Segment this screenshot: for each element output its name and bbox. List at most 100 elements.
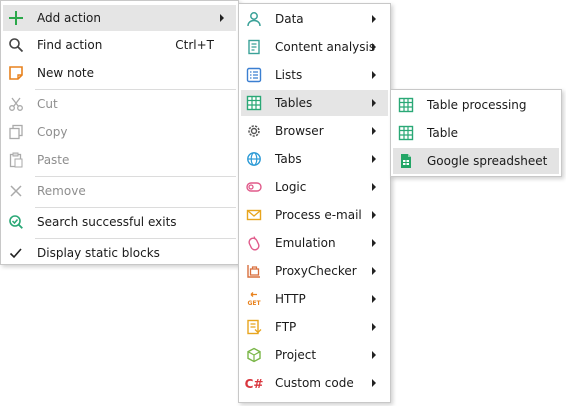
submenu-item-project[interactable]: Project [241, 342, 388, 368]
document-icon [245, 38, 263, 56]
table-icon [397, 124, 415, 142]
submenu-arrow-icon [372, 351, 376, 359]
table-icon [397, 96, 415, 114]
submenu-arrow-icon [372, 71, 376, 79]
submenu-arrow-icon [372, 15, 376, 23]
tables-label: Tables [275, 96, 313, 110]
submenu-arrow-icon [372, 127, 376, 135]
submenu-item-content-analysis[interactable]: Content analysis [241, 34, 388, 60]
globe-icon [245, 150, 263, 168]
submenu-item-emulation[interactable]: Emulation [241, 230, 388, 256]
search-check-icon [7, 213, 25, 231]
menu-item-cut[interactable]: Cut [3, 91, 236, 117]
cube-icon [245, 346, 263, 364]
lists-label: Lists [275, 68, 303, 82]
submenu-arrow-icon [372, 211, 376, 219]
submenu-arrow-icon [372, 323, 376, 331]
custom-code-label: Custom code [275, 376, 354, 390]
tabs-label: Tabs [275, 152, 302, 166]
tables-submenu: Table processing Table Google spreadshee… [390, 89, 562, 177]
paste-label: Paste [37, 153, 70, 167]
toggle-icon [245, 178, 263, 196]
google-sheets-icon [397, 152, 415, 170]
http-label: HTTP [275, 292, 306, 306]
submenu-item-browser[interactable]: Browser [241, 118, 388, 144]
submenu-item-lists[interactable]: Lists [241, 62, 388, 88]
submenu-arrow-icon [372, 267, 376, 275]
table-label: Table [427, 126, 459, 140]
proxychecker-label: ProxyChecker [275, 264, 357, 278]
find-action-label: Find action [37, 38, 103, 52]
menu-item-copy[interactable]: Copy [3, 119, 236, 145]
display-static-label: Display static blocks [37, 246, 160, 260]
http-get-icon: GET [245, 290, 263, 308]
menu-item-remove[interactable]: Remove [3, 178, 236, 204]
google-spreadsheet-label: Google spreadsheet [427, 154, 548, 168]
csharp-icon: C# [245, 374, 263, 392]
separator [35, 89, 236, 90]
submenu-arrow-icon [372, 295, 376, 303]
content-analysis-label: Content analysis [275, 40, 376, 54]
menu-item-new-note[interactable]: New note [3, 60, 236, 86]
submenu-arrow-icon [372, 99, 376, 107]
submenu-arrow-icon [372, 379, 376, 387]
mouse-icon [245, 234, 263, 252]
submenu-arrow-icon [220, 14, 224, 22]
submenu-item-table[interactable]: Table [393, 120, 559, 146]
add-action-label: Add action [37, 11, 101, 25]
process-email-label: Process e-mail [275, 208, 362, 222]
submenu-arrow-icon [372, 155, 376, 163]
menu-item-find-action[interactable]: Find action Ctrl+T [3, 32, 236, 58]
menu-item-display-static-blocks[interactable]: Display static blocks [3, 240, 236, 266]
remove-icon [7, 182, 25, 200]
submenu-item-google-spreadsheet[interactable]: Google spreadsheet [393, 148, 559, 174]
envelope-icon [245, 206, 263, 224]
search-icon [7, 36, 25, 54]
cut-label: Cut [37, 97, 58, 111]
scissors-icon [7, 95, 25, 113]
submenu-item-tables[interactable]: Tables [241, 90, 388, 116]
browser-label: Browser [275, 124, 324, 138]
submenu-arrow-icon [372, 239, 376, 247]
submenu-item-tabs[interactable]: Tabs [241, 146, 388, 172]
add-action-submenu: Data Content analysis Lists Tables Brows… [238, 3, 391, 403]
list-icon [245, 66, 263, 84]
copy-icon [7, 123, 25, 141]
data-label: Data [275, 12, 304, 26]
search-exits-label: Search successful exits [37, 215, 177, 229]
emulation-label: Emulation [275, 236, 336, 250]
separator [35, 207, 236, 208]
proxy-icon [245, 262, 263, 280]
user-icon [245, 10, 263, 28]
logic-label: Logic [275, 180, 307, 194]
plus-icon [7, 9, 25, 27]
ftp-label: FTP [275, 320, 297, 334]
project-label: Project [275, 348, 317, 362]
checkmark-icon [7, 244, 25, 262]
submenu-arrow-icon [372, 43, 376, 51]
context-menu: Add action Find action Ctrl+T New note C… [0, 0, 239, 265]
remove-label: Remove [37, 184, 86, 198]
table-icon [245, 94, 263, 112]
submenu-item-ftp[interactable]: FTP [241, 314, 388, 340]
copy-label: Copy [37, 125, 68, 139]
separator [35, 238, 236, 239]
submenu-item-data[interactable]: Data [241, 6, 388, 32]
svg-text:C#: C# [245, 377, 263, 391]
submenu-item-logic[interactable]: Logic [241, 174, 388, 200]
gear-icon [245, 122, 263, 140]
submenu-item-http[interactable]: GET HTTP [241, 286, 388, 312]
table-processing-label: Table processing [427, 98, 527, 112]
menu-item-search-successful-exits[interactable]: Search successful exits [3, 209, 236, 235]
new-note-label: New note [37, 66, 95, 80]
submenu-item-table-processing[interactable]: Table processing [393, 92, 559, 118]
menu-item-paste[interactable]: Paste [3, 147, 236, 173]
separator [35, 176, 236, 177]
find-action-shortcut: Ctrl+T [175, 38, 214, 52]
submenu-item-process-email[interactable]: Process e-mail [241, 202, 388, 228]
submenu-item-custom-code[interactable]: C# Custom code [241, 370, 388, 396]
note-icon [7, 64, 25, 82]
menu-item-add-action[interactable]: Add action [3, 5, 236, 31]
submenu-item-proxychecker[interactable]: ProxyChecker [241, 258, 388, 284]
ftp-icon [245, 318, 263, 336]
